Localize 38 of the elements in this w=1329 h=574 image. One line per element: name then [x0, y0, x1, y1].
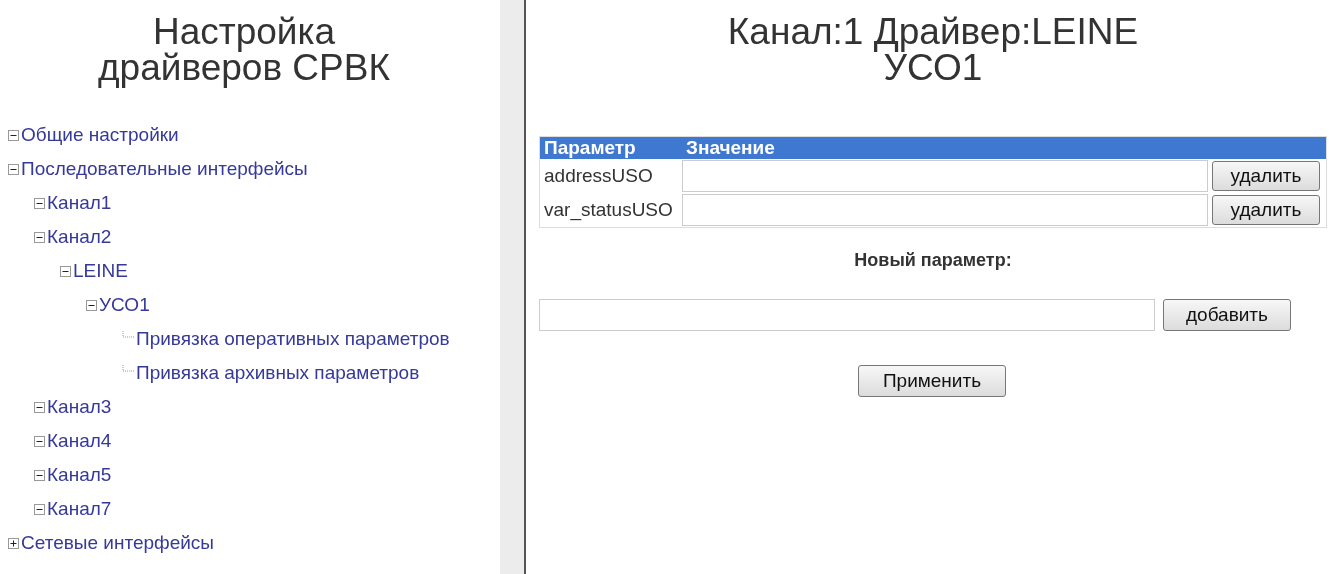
tree-item[interactable]: Канал2: [47, 226, 112, 248]
new-parameter-field[interactable]: [539, 299, 1155, 331]
sidebar-title: Настройка: [151, 14, 337, 50]
collapse-icon[interactable]: [8, 129, 19, 141]
collapse-icon[interactable]: [86, 299, 97, 311]
delete-button[interactable]: удалить: [1212, 161, 1320, 191]
parameter-name: var_statusUSO: [539, 193, 682, 228]
tree-item[interactable]: УСО1: [99, 294, 150, 316]
column-header: Значение: [682, 136, 1208, 159]
tree-item[interactable]: Привязка архивных параметров: [136, 362, 420, 384]
delete-button[interactable]: удалить: [1212, 195, 1320, 225]
collapse-icon[interactable]: [60, 265, 71, 277]
page-title: Канал:1 Драйвер:LEINE: [726, 14, 1140, 50]
collapse-icon[interactable]: [34, 503, 45, 515]
tree-item[interactable]: Канал3: [47, 396, 112, 418]
collapse-icon[interactable]: [34, 197, 45, 209]
collapse-icon[interactable]: [34, 231, 45, 243]
expand-icon[interactable]: [8, 537, 19, 549]
column-header: Параметр: [539, 136, 682, 159]
tree-item[interactable]: Канал5: [47, 464, 112, 486]
tree-item[interactable]: Канал1: [47, 192, 112, 214]
tree-item[interactable]: Канал4: [47, 430, 112, 452]
apply-button[interactable]: Применить: [858, 365, 1006, 397]
value-field[interactable]: [682, 160, 1208, 192]
parameter-name: addressUSO: [539, 159, 682, 193]
tree-item[interactable]: Общие настройки: [21, 124, 179, 146]
tree-item[interactable]: Канал7: [47, 498, 112, 520]
collapse-icon[interactable]: [34, 469, 45, 481]
collapse-icon[interactable]: [8, 163, 19, 175]
tree-item[interactable]: LEINE: [73, 260, 128, 282]
value-field[interactable]: [682, 194, 1208, 226]
collapse-icon[interactable]: [34, 401, 45, 413]
add-button[interactable]: добавить: [1163, 299, 1291, 331]
tree-item[interactable]: Сетевые интерфейсы: [21, 532, 214, 554]
new-parameter-label: Новый параметр:: [853, 250, 1013, 271]
tree-item[interactable]: Привязка оперативных параметров: [136, 328, 450, 350]
tree-item[interactable]: Последовательные интерфейсы: [21, 158, 308, 180]
collapse-icon[interactable]: [34, 435, 45, 447]
